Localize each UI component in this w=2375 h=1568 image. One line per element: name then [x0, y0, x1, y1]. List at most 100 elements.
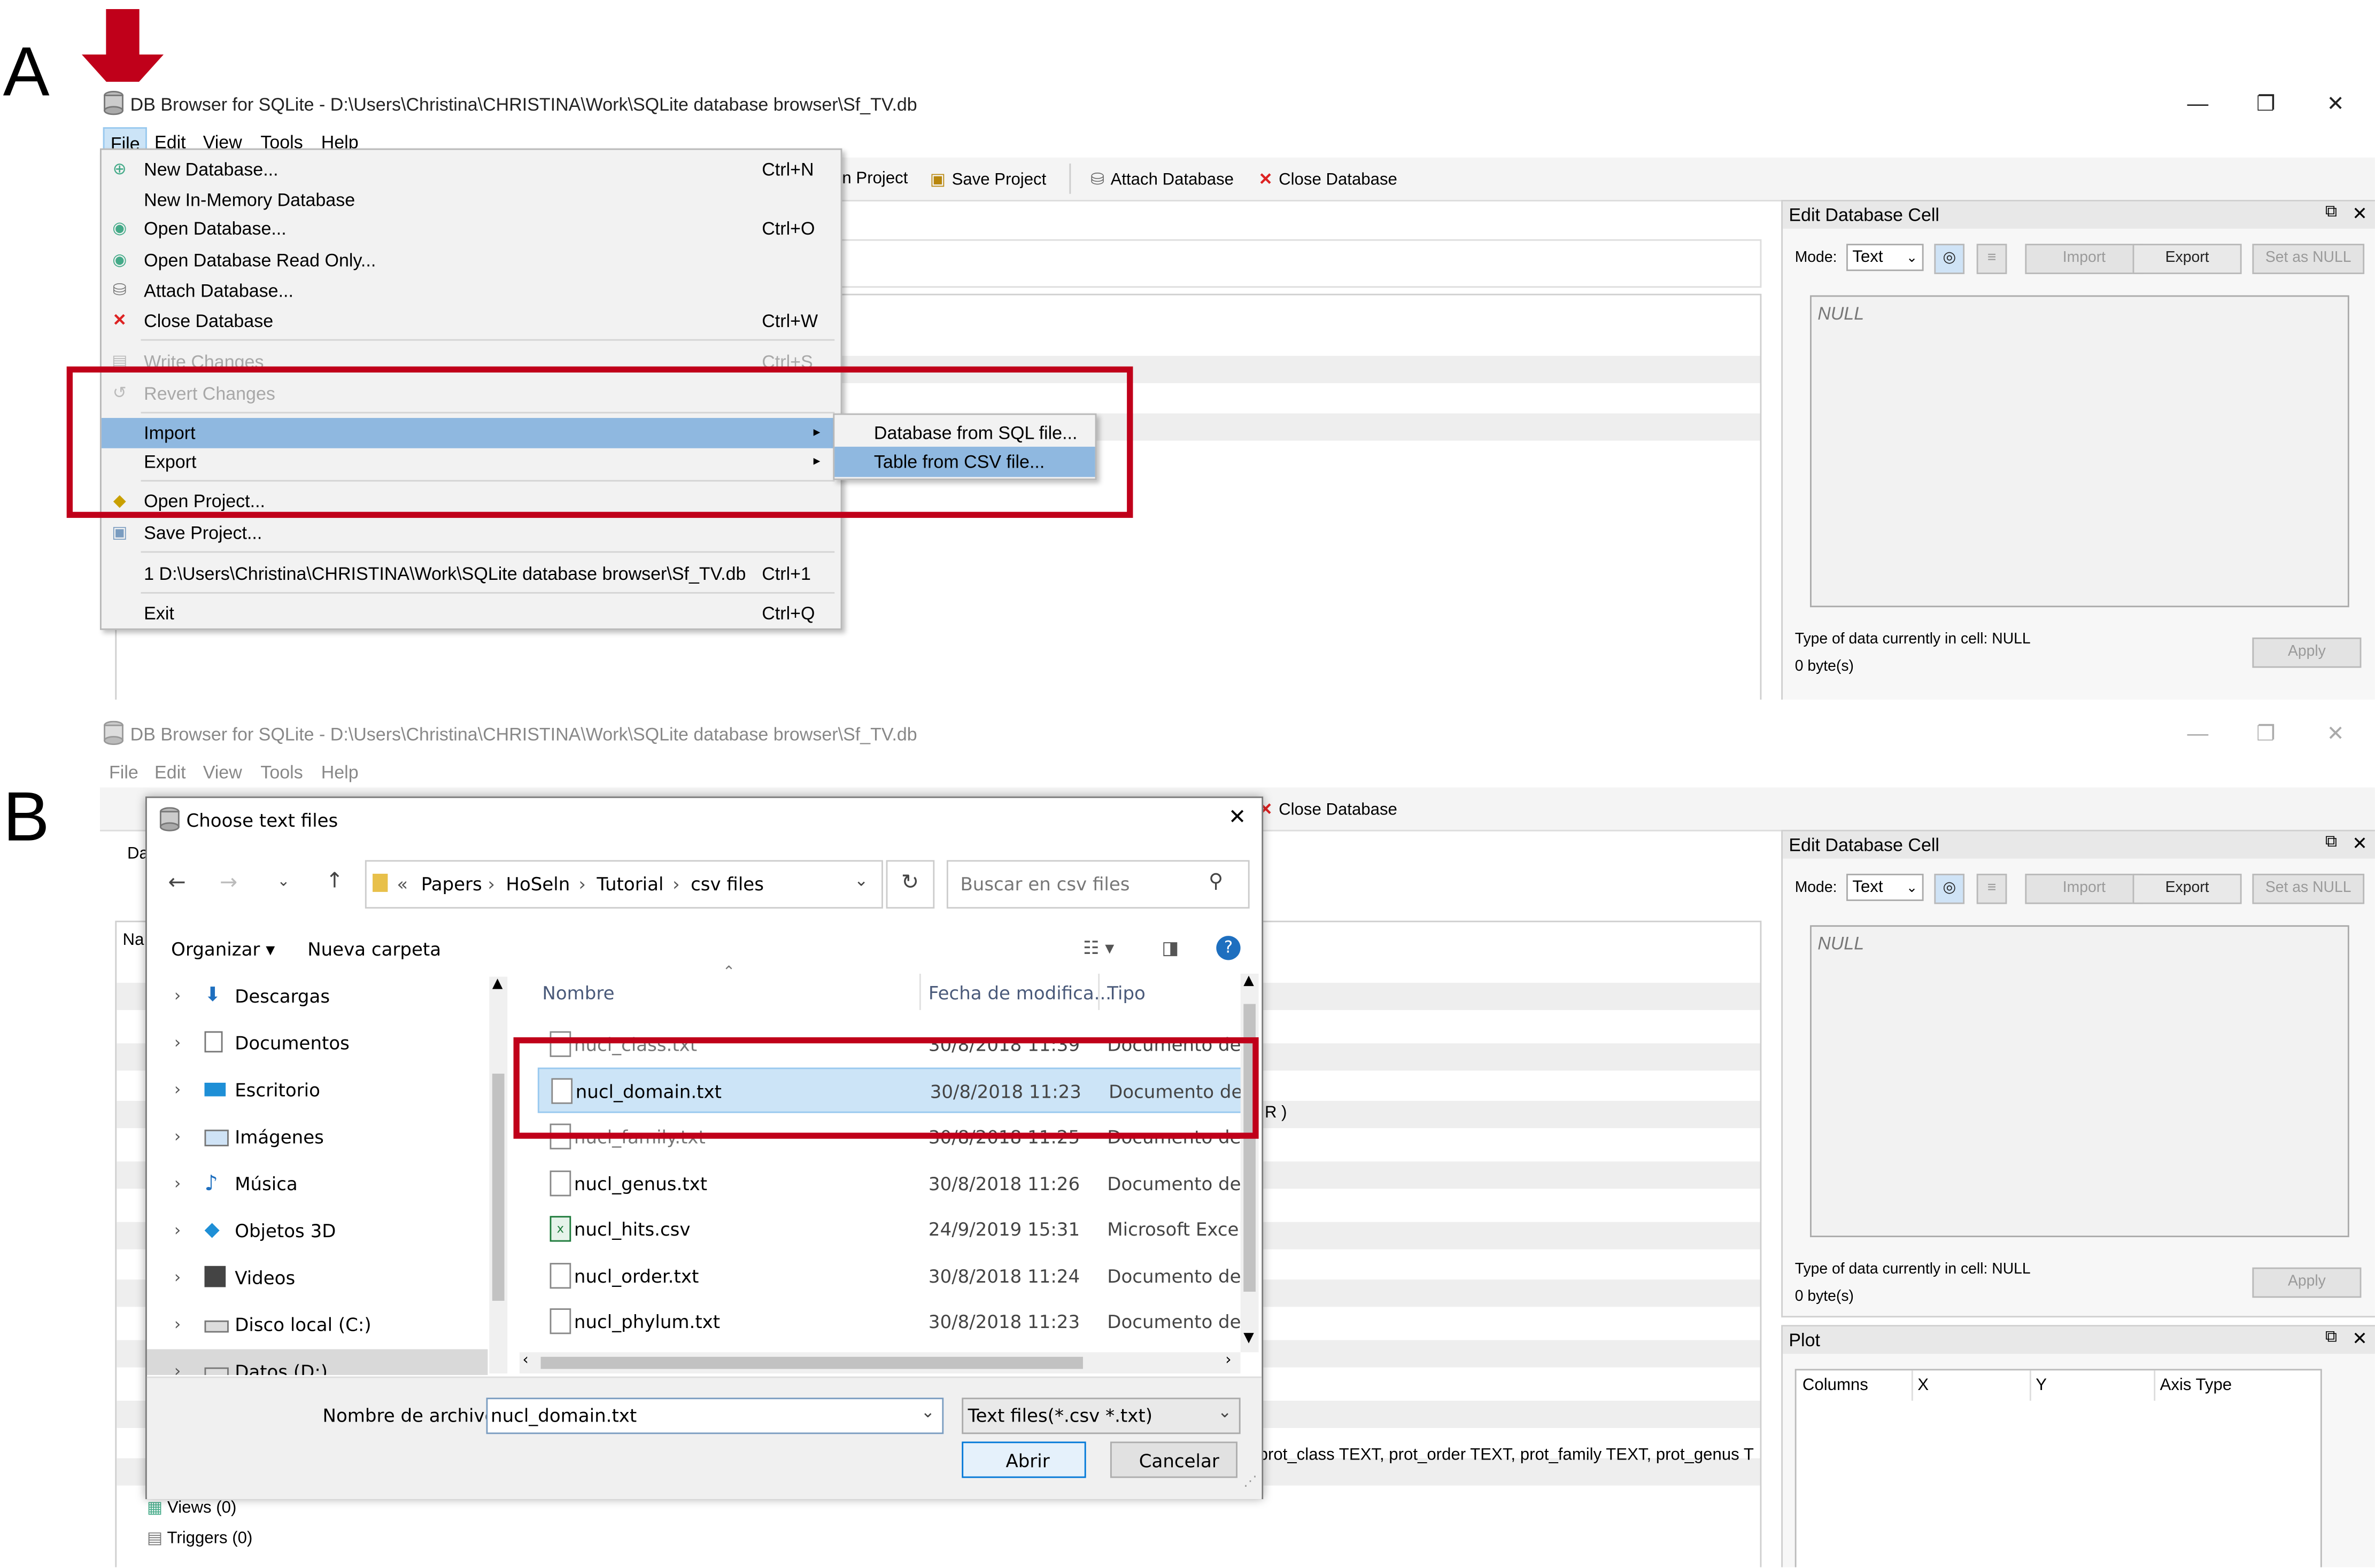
nav-item-datos[interactable]: › Datos (D:) — [146, 1349, 488, 1375]
chevron-down-icon[interactable]: ⌄ — [1218, 1402, 1232, 1422]
cell-editor[interactable]: NULL — [1810, 925, 2349, 1237]
menu-item-new-in-memory[interactable]: New In-Memory Database — [102, 185, 841, 215]
refresh-button[interactable]: ↻ — [886, 860, 935, 909]
close-icon[interactable]: ✕ — [2352, 1328, 2368, 1349]
help-icon[interactable]: ? — [1216, 936, 1241, 960]
mode-select[interactable]: Text ⌄ — [1846, 244, 1924, 271]
file-list-hscrollbar[interactable]: ‹ › — [519, 1352, 1241, 1373]
import-button[interactable]: Import — [2025, 873, 2144, 904]
organize-menu-button[interactable]: Organizar ▾ — [171, 939, 275, 960]
export-button[interactable]: Export — [2132, 873, 2242, 904]
menu-help[interactable]: Help — [321, 762, 359, 783]
nav-item-documentos[interactable]: › Documentos — [147, 1021, 488, 1066]
cell-editor[interactable]: NULL — [1810, 295, 2349, 608]
scroll-up-icon[interactable]: ▲ — [492, 977, 503, 992]
filename-input[interactable]: nucl_domain.txt ⌄ — [486, 1398, 944, 1434]
back-arrow-icon[interactable]: ← — [168, 871, 186, 895]
word-wrap-icon[interactable]: ≡ — [1976, 244, 2007, 274]
menu-item-attach-database[interactable]: ⛁ Attach Database... — [102, 276, 841, 306]
export-button[interactable]: Export — [2132, 244, 2242, 274]
breadcrumb-overflow[interactable]: « — [397, 874, 408, 895]
breadcrumb-hoseln[interactable]: HoSeln — [506, 874, 570, 895]
up-arrow-icon[interactable]: ↑ — [326, 869, 343, 893]
nav-item-objetos-3d[interactable]: › ◆ Objetos 3D — [147, 1208, 488, 1254]
float-icon[interactable]: ⧉ — [2325, 203, 2337, 223]
breadcrumb-tutorial[interactable]: Tutorial — [597, 874, 663, 895]
apply-button[interactable]: Apply — [2252, 637, 2362, 668]
menu-tools[interactable]: Tools — [260, 762, 303, 783]
close-database-button[interactable]: ✕ Close Database — [1259, 169, 1397, 189]
view-options-icon[interactable]: ☷ ▾ — [1083, 937, 1114, 959]
menu-file[interactable]: File — [109, 762, 138, 783]
menu-item-close-database[interactable]: ✕ Close Database Ctrl+W — [102, 306, 841, 336]
scroll-right-icon[interactable]: › — [1225, 1352, 1231, 1369]
new-folder-button[interactable]: Nueva carpeta — [307, 939, 441, 960]
attach-database-button[interactable]: ⛁ Attach Database — [1090, 169, 1234, 189]
menu-item-new-database[interactable]: ⊕ New Database... Ctrl+N — [102, 154, 841, 185]
column-header-date[interactable]: Fecha de modifica... — [929, 983, 1111, 1004]
close-database-button[interactable]: ✕ Close Database — [1259, 799, 1397, 819]
word-wrap-icon[interactable]: ≡ — [1976, 873, 2007, 904]
open-project-button[interactable]: n Project — [842, 169, 908, 188]
file-type-filter[interactable]: Text files(*.csv *.txt) ⌄ — [962, 1398, 1241, 1434]
scroll-up-icon[interactable]: ▲ — [1243, 974, 1254, 989]
close-button[interactable]: ✕ — [2320, 721, 2351, 747]
maximize-button[interactable]: ❐ — [2251, 721, 2281, 747]
tree-views[interactable]: ▦ Views (0) — [147, 1497, 237, 1517]
scroll-thumb[interactable] — [492, 1073, 505, 1301]
nav-item-videos[interactable]: › Videos — [147, 1255, 488, 1301]
close-icon[interactable]: ✕ — [2352, 203, 2368, 224]
scroll-left-icon[interactable]: ‹ — [523, 1352, 529, 1369]
breadcrumb-papers[interactable]: Papers — [421, 874, 482, 895]
menu-view[interactable]: View — [203, 762, 242, 783]
file-row-nucl-genus[interactable]: nucl_genus.txt 30/8/2018 11:26 Documento… — [538, 1161, 1242, 1207]
column-header-type[interactable]: Tipo — [1107, 983, 1146, 1004]
search-box[interactable]: Buscar en csv files ⚲ — [946, 860, 1250, 909]
menu-item-open-read-only[interactable]: ◉ Open Database Read Only... — [102, 245, 841, 276]
float-icon[interactable]: ⧉ — [2325, 833, 2337, 852]
nav-item-escritorio[interactable]: › Escritorio — [147, 1068, 488, 1113]
auto-switch-icon[interactable]: ◎ — [1934, 873, 1965, 904]
file-row-nucl-order[interactable]: nucl_order.txt 30/8/2018 11:24 Documento… — [538, 1254, 1242, 1299]
close-button[interactable]: ✕ — [2320, 91, 2351, 117]
chevron-down-icon[interactable]: ⌄ — [921, 1402, 935, 1422]
chevron-down-icon[interactable]: ⌄ — [854, 871, 868, 890]
float-icon[interactable]: ⧉ — [2325, 1328, 2337, 1348]
plot-columns-table[interactable]: Columns X Y Axis Type — [1794, 1369, 2322, 1567]
forward-arrow-icon[interactable]: → — [220, 871, 237, 895]
apply-button[interactable]: Apply — [2252, 1267, 2362, 1298]
dialog-close-button[interactable]: ✕ — [1228, 805, 1246, 829]
resize-grip-icon[interactable]: ⋰ — [1243, 1475, 1257, 1490]
mode-select[interactable]: Text ⌄ — [1846, 873, 1924, 901]
scroll-thumb[interactable] — [540, 1356, 1083, 1369]
save-project-button[interactable]: ▣ Save Project — [930, 169, 1047, 189]
menu-item-recent-file[interactable]: 1 D:\Users\Christina\CHRISTINA\Work\SQLi… — [102, 559, 841, 589]
column-header-name[interactable]: Nombre — [542, 983, 614, 1004]
close-icon[interactable]: ✕ — [2352, 833, 2368, 854]
set-null-button[interactable]: Set as NULL — [2252, 873, 2365, 904]
nav-item-imagenes[interactable]: › Imágenes — [147, 1114, 488, 1160]
menu-item-save-project[interactable]: ▣ Save Project... — [102, 518, 841, 548]
file-row-nucl-phylum[interactable]: nucl_phylum.txt 30/8/2018 11:23 Document… — [538, 1299, 1242, 1345]
set-null-button[interactable]: Set as NULL — [2252, 244, 2365, 274]
tree-triggers[interactable]: ▤ Triggers (0) — [147, 1528, 253, 1548]
breadcrumb-csv-files[interactable]: csv files — [691, 874, 764, 895]
file-row-nucl-hits[interactable]: x nucl_hits.csv 24/9/2019 15:31 Microsof… — [538, 1207, 1242, 1252]
maximize-button[interactable]: ❐ — [2251, 91, 2281, 117]
address-bar[interactable]: « Papers › HoSeln › Tutorial › csv files… — [365, 860, 883, 909]
cancel-button[interactable]: Cancelar — [1110, 1441, 1237, 1478]
nav-item-musica[interactable]: › ♪ Música — [147, 1161, 488, 1207]
file-list-vscrollbar[interactable]: ▲ ▼ — [1240, 973, 1259, 1353]
nav-item-descargas[interactable]: › ⬇ Descargas — [147, 974, 488, 1019]
minimize-button[interactable]: — — [2183, 721, 2213, 745]
scroll-down-icon[interactable]: ▼ — [1243, 1331, 1254, 1346]
recent-locations-icon[interactable]: ⌄ — [277, 874, 290, 890]
menu-edit[interactable]: Edit — [154, 762, 186, 783]
open-button[interactable]: Abrir — [962, 1441, 1086, 1478]
preview-pane-icon[interactable]: ◨ — [1162, 937, 1179, 959]
menu-item-exit[interactable]: Exit Ctrl+Q — [102, 598, 841, 628]
minimize-button[interactable]: — — [2183, 91, 2213, 115]
import-button[interactable]: Import — [2025, 244, 2144, 274]
menu-item-open-database[interactable]: ◉ Open Database... Ctrl+O — [102, 214, 841, 244]
nav-scrollbar[interactable]: ▲ — [489, 976, 508, 1373]
